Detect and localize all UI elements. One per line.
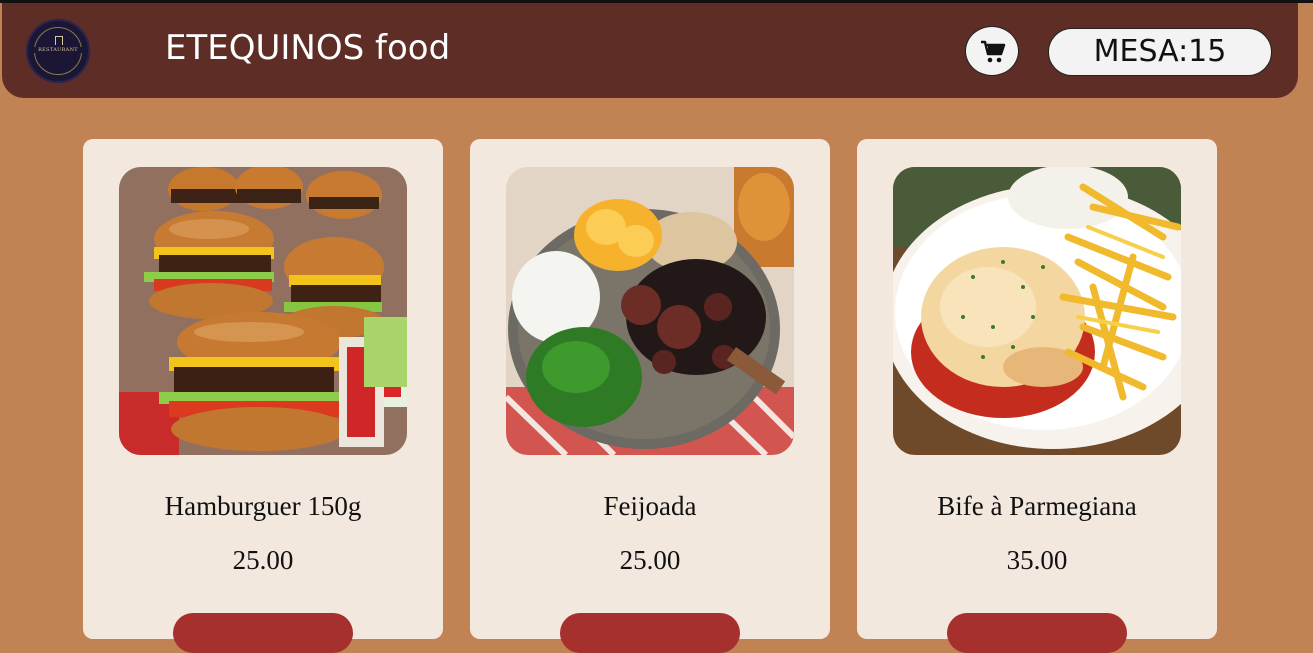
shopping-cart-icon: [981, 40, 1006, 63]
product-card: Bife à Parmegiana 35.00: [857, 139, 1217, 653]
product-name: Hamburguer 150g: [164, 491, 362, 521]
parmegiana-photo: [893, 167, 1181, 455]
product-price: 25.00: [232, 545, 294, 575]
product-price: 25.00: [619, 545, 681, 575]
brand-title: ETEQUINOS food: [165, 28, 451, 68]
hamburger-photo: [119, 167, 407, 455]
feijoada-photo: [506, 167, 794, 455]
add-to-cart-button[interactable]: [560, 613, 740, 653]
product-price: 35.00: [1006, 545, 1068, 575]
product-card: Feijoada 25.00: [470, 139, 830, 653]
restaurant-logo[interactable]: RESTAURANT: [26, 19, 90, 83]
product-name: Feijoada: [603, 491, 697, 521]
top-bar: RESTAURANT ETEQUINOS food MESA:15: [2, 3, 1298, 98]
table-number-badge: MESA:15: [1048, 28, 1272, 76]
add-to-cart-button[interactable]: [947, 613, 1127, 653]
add-to-cart-button[interactable]: [173, 613, 353, 653]
cart-button[interactable]: [965, 26, 1019, 76]
product-card: Hamburguer 150g 25.00: [83, 139, 443, 653]
product-name: Bife à Parmegiana: [937, 491, 1137, 521]
